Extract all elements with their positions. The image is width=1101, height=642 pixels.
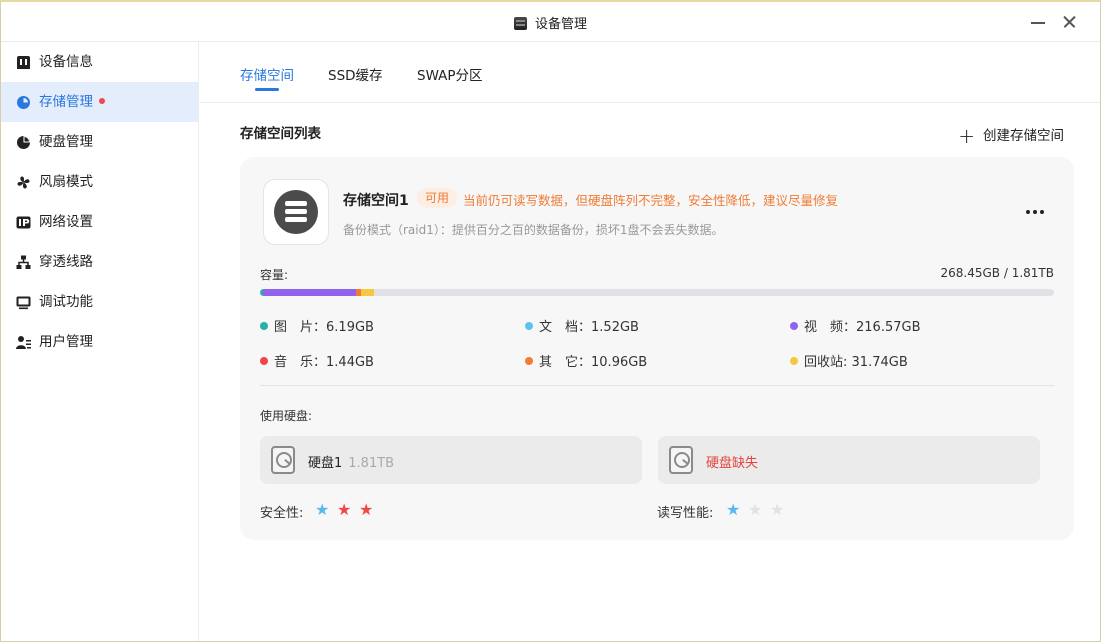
status-badge: 可用 [417,188,458,208]
tab-storage-space[interactable]: 存储空间 [240,64,294,91]
disk-item[interactable]: 硬盘1 1.81TB [260,436,642,484]
close-button[interactable] [1058,10,1082,34]
tab-bar: 存储空间 SSD缓存 SWAP分区 [200,42,1100,103]
app-icon [513,17,527,30]
window-title-wrap: 设备管理 [1,13,1100,32]
sidebar-item-label: 硬盘管理 [39,134,93,150]
capacity-bar [260,289,1054,296]
legend-dot [790,357,798,365]
pool-name: 存储空间1 [343,193,409,209]
legend-item: 回收站: 31.74GB [790,351,908,370]
used-disks-label: 使用硬盘: [260,409,313,423]
sidebar-item-label: 风扇模式 [39,174,93,190]
sidebar-item-label: 调试功能 [39,294,93,310]
sidebar-item-label: 设备信息 [39,54,93,70]
legend-value: ：10.96GB [578,355,648,370]
legend-item: 音 乐：1.44GB [260,351,374,370]
capacity-segment [361,289,374,296]
sidebar-item-fan[interactable]: 风扇模式 [1,162,198,202]
star-icon: ★ [726,500,741,519]
capacity-segment [263,289,356,296]
legend-label: 音 乐 [274,355,314,370]
divider [260,385,1054,386]
sidebar-item-label: 存储管理 [39,94,93,110]
sidebar-item-tunnel[interactable]: 穿透线路 [1,242,198,282]
capacity-value: 268.45GB / 1.81TB [940,266,1054,280]
disk-missing-item[interactable]: 硬盘缺失 [658,436,1040,484]
monitor-icon [16,296,31,310]
star-icon: ★ [315,500,330,519]
legend-label: 文 档 [539,320,579,335]
sidebar-item-network[interactable]: 网络设置 [1,202,198,242]
legend-value: ：1.52GB [578,320,639,335]
capacity-label: 容量: [260,268,289,282]
storage-pool-icon [263,179,329,245]
sidebar: 设备信息 存储管理 硬盘管理 风扇模式 网络设置 穿透线路 调试功能 用户管理 [1,42,199,641]
create-storage-button[interactable]: + 创建存储空间 [958,124,1064,148]
pool-warning: 当前仍可读写数据，但硬盘阵列不完整，安全性降低，建议尽量修复 [463,193,839,208]
legend-dot [790,322,798,330]
disk-pie-icon [17,136,30,149]
sidebar-item-label: 用户管理 [39,334,93,350]
disk-missing-label: 硬盘缺失 [706,456,759,471]
security-label: 安全性: [260,506,304,521]
create-storage-label: 创建存储空间 [983,128,1064,144]
star-icon: ★ [770,500,785,519]
sidebar-item-label: 网络设置 [39,214,93,230]
legend-dot [525,357,533,365]
section-title: 存储空间列表 [240,126,321,142]
legend-value: : 31.74GB [843,355,908,370]
pool-description: 备份模式（raid1）：提供百分之百的数据备份，损坏1盘不会丢失数据。 [343,223,724,237]
sidebar-item-device-info[interactable]: 设备信息 [1,42,198,82]
disk-size: 1.81TB [348,456,395,471]
network-tree-icon [16,255,31,269]
sidebar-item-disk[interactable]: 硬盘管理 [1,122,198,162]
sidebar-item-label: 穿透线路 [39,254,93,270]
legend-value: ：6.19GB [313,320,374,335]
server-icon [274,190,318,234]
fan-icon [17,176,30,189]
sidebar-item-debug[interactable]: 调试功能 [1,282,198,322]
more-options-icon[interactable] [1026,207,1046,217]
legend-value: ：216.57GB [843,320,921,335]
legend-label: 其 它 [539,355,579,370]
legend-dot [260,322,268,330]
legend-label: 视 频 [804,320,844,335]
main-content: 存储空间 SSD缓存 SWAP分区 存储空间列表 + 创建存储空间 存储空间1 可… [200,42,1100,641]
legend-dot [260,357,268,365]
sidebar-item-users[interactable]: 用户管理 [1,322,198,362]
users-icon [16,336,31,349]
star-icon: ★ [748,500,763,519]
sidebar-item-storage[interactable]: 存储管理 [1,82,198,122]
window-title: 设备管理 [534,17,587,32]
tab-ssd-cache[interactable]: SSD缓存 [328,64,383,84]
star-icon: ★ [359,500,374,519]
legend-item: 视 频：216.57GB [790,316,921,335]
plus-icon: + [958,124,975,148]
hard-disk-icon [271,446,295,474]
legend-item: 其 它：10.96GB [525,351,647,370]
star-icon: ★ [337,500,352,519]
title-bar: 设备管理 [1,2,1100,42]
legend-value: ：1.44GB [313,355,374,370]
legend-label: 回收站 [804,355,844,370]
storage-pool-card: 存储空间1 可用 当前仍可读写数据，但硬盘阵列不完整，安全性降低，建议尽量修复 … [240,157,1074,540]
legend-item: 图 片：6.19GB [260,316,374,335]
device-info-icon [17,56,30,69]
minimize-button[interactable] [1026,10,1050,34]
disk-name: 硬盘1 [308,456,343,471]
storage-pie-icon [17,96,30,109]
legend-dot [525,322,533,330]
legend-item: 文 档：1.52GB [525,316,639,335]
tab-swap[interactable]: SWAP分区 [417,64,483,84]
hard-disk-icon [669,446,693,474]
ip-icon [16,216,31,229]
app-window: 设备管理 设备信息 存储管理 硬盘管理 风扇模式 网络设置 穿透线路 调试功能 … [0,0,1101,642]
legend-label: 图 片 [274,320,314,335]
notification-dot [99,98,105,104]
performance-label: 读写性能: [657,506,714,521]
